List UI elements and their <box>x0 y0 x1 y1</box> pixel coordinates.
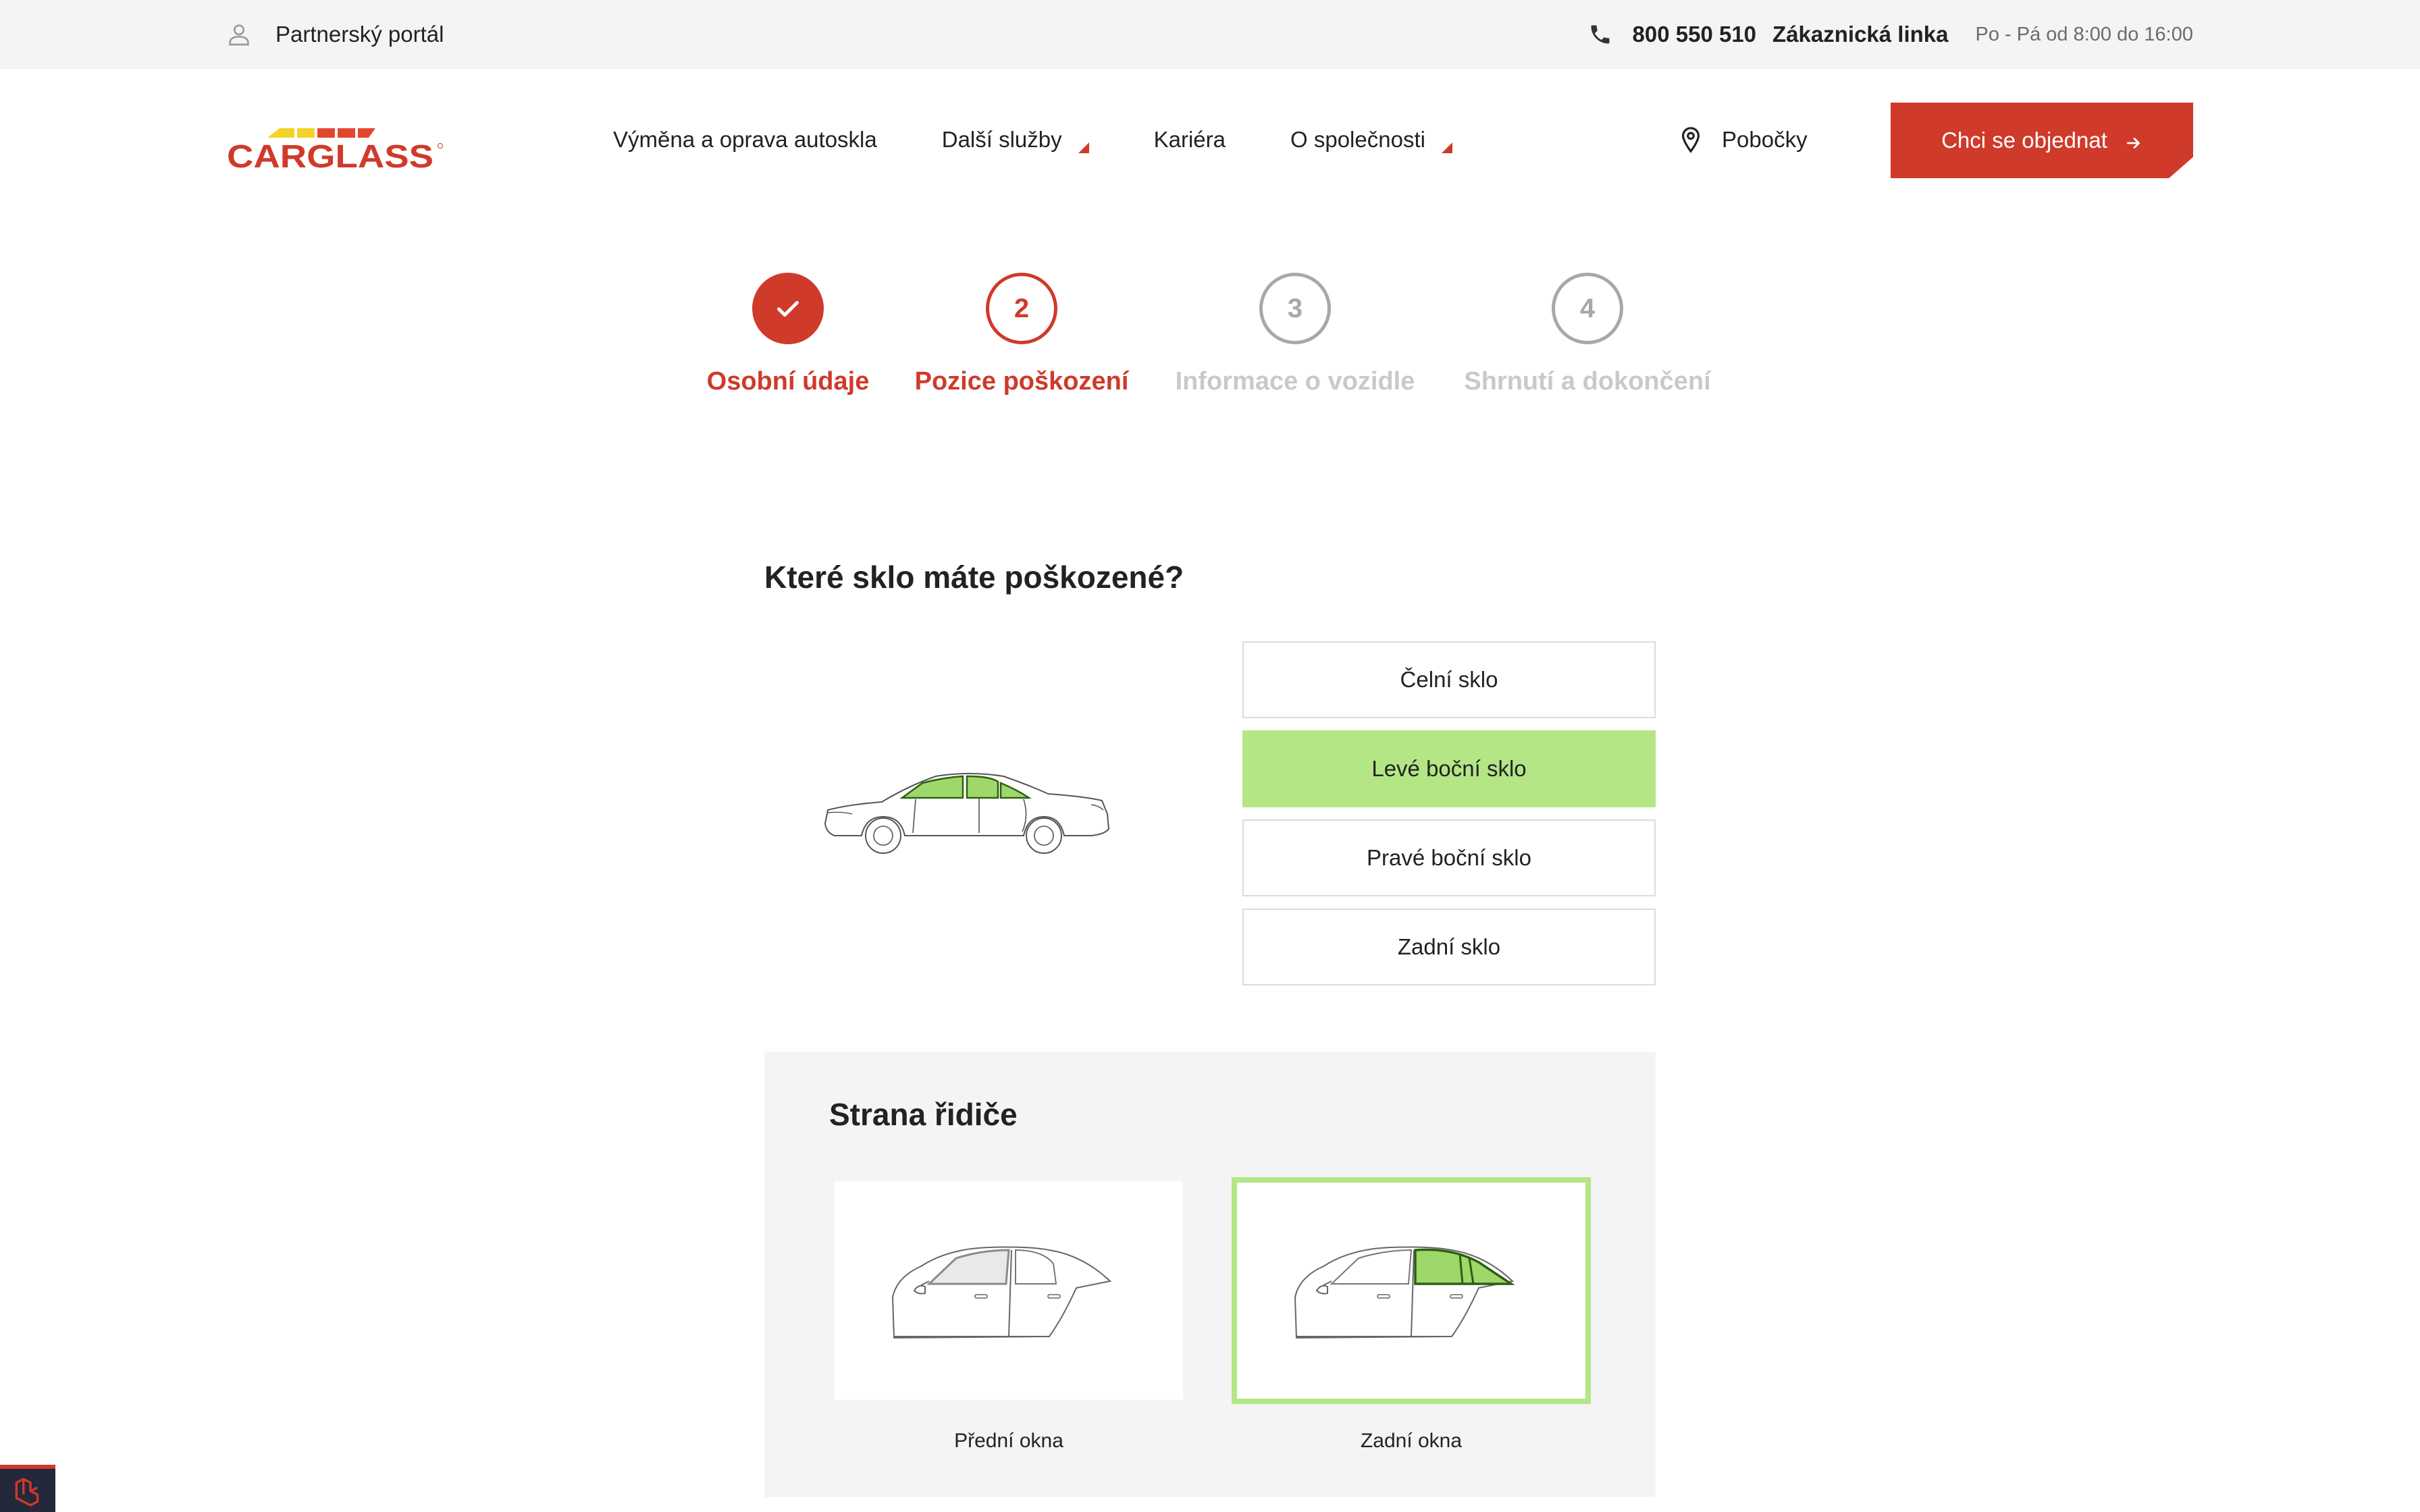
carglass-logo[interactable]: CARGLASS <box>226 112 444 171</box>
top-utility-bar: Partnerský portál 800 550 510 Zákaznická… <box>0 0 2420 69</box>
location-pin-icon <box>1679 126 1703 153</box>
front-windows-car-icon <box>891 1246 1112 1339</box>
branches-label: Pobočky <box>1722 127 1808 152</box>
rear-windows-card[interactable] <box>1232 1177 1591 1404</box>
checkmark-icon <box>777 300 799 317</box>
nav-item-label: Výměna a oprava autoskla <box>613 127 877 152</box>
svg-text:CARGLASS: CARGLASS <box>227 139 433 171</box>
dropdown-caret-icon <box>1076 133 1089 153</box>
glass-options-list: Čelní sklo Levé boční sklo Pravé boční s… <box>1242 641 1656 998</box>
front-windows-label: Přední okna <box>954 1430 1063 1452</box>
partner-portal-link[interactable]: Partnerský portál <box>226 0 444 69</box>
main-navigation: Výměna a oprava autoskla Další služby Ka… <box>613 69 1517 211</box>
front-windows-card[interactable] <box>835 1181 1183 1400</box>
user-icon <box>226 21 253 48</box>
dropdown-caret-icon <box>1439 133 1452 153</box>
option-right-side-glass[interactable]: Pravé boční sklo <box>1242 819 1656 896</box>
laravel-icon <box>15 1478 39 1507</box>
customer-line: 800 550 510 Zákaznická linka Po - Pá od … <box>1588 0 2193 69</box>
customer-phone-number[interactable]: 800 550 510 <box>1633 22 1757 47</box>
option-left-side-glass[interactable]: Levé boční sklo <box>1242 730 1656 807</box>
rear-windows-label: Zadní okna <box>1360 1430 1463 1452</box>
nav-item-career[interactable]: Kariéra <box>1154 127 1226 153</box>
nav-item-label: Kariéra <box>1153 127 1226 152</box>
order-button-label: Chci se objednat <box>1941 128 2107 153</box>
step-vehicle-info: 3 Informace o vozidle <box>1153 273 1437 396</box>
car-side-illustration <box>821 756 1118 864</box>
step-circle: 2 <box>986 273 1057 344</box>
driver-side-title: Strana řidiče <box>829 1097 1018 1132</box>
order-progress-stepper: Osobní údaje 2 Pozice poškození 3 Inform… <box>0 273 2420 421</box>
option-windshield[interactable]: Čelní sklo <box>1242 641 1656 718</box>
carglass-logo-icon: CARGLASS <box>227 128 443 171</box>
partner-portal-label: Partnerský portál <box>275 22 444 47</box>
rear-windows-car-icon <box>1294 1246 1515 1339</box>
driver-side-panel: Strana řidiče Přední okna Zadní okna <box>764 1052 1656 1497</box>
step-damage-position[interactable]: 2 Pozice poškození <box>880 273 1163 396</box>
phone-icon <box>1588 22 1612 47</box>
nav-item-about-company[interactable]: O společnosti <box>1290 127 1452 153</box>
customer-line-label: Zákaznická linka <box>1772 22 1949 47</box>
nav-item-windshield-repair[interactable]: Výměna a oprava autoskla <box>613 127 877 153</box>
nav-item-other-services[interactable]: Další služby <box>942 127 1089 153</box>
step-label: Informace o vozidle <box>1175 367 1415 396</box>
damaged-glass-question: Které sklo máte poškozené? <box>764 560 1184 595</box>
step-label: Pozice poškození <box>914 367 1129 396</box>
debug-toolbar-toggle[interactable] <box>0 1465 55 1512</box>
step-circle: 3 <box>1259 273 1331 344</box>
arrow-right-icon <box>2125 132 2142 149</box>
nav-item-label: Další služby <box>941 127 1062 152</box>
step-circle <box>752 273 824 344</box>
step-label: Shrnutí a dokončení <box>1464 367 1711 396</box>
step-summary: 4 Shrnutí a dokončení <box>1446 273 1729 396</box>
option-rear-glass[interactable]: Zadní sklo <box>1242 909 1656 986</box>
car-side-icon <box>824 773 1110 854</box>
order-button[interactable]: Chci se objednat <box>1891 103 2193 178</box>
opening-hours: Po - Pá od 8:00 do 16:00 <box>1975 23 2193 45</box>
nav-item-label: O společnosti <box>1290 127 1425 152</box>
step-circle: 4 <box>1552 273 1623 344</box>
main-header: CARGLASS Výměna a oprava autoskla Další … <box>0 69 2420 211</box>
branches-link[interactable]: Pobočky <box>1679 69 1808 211</box>
